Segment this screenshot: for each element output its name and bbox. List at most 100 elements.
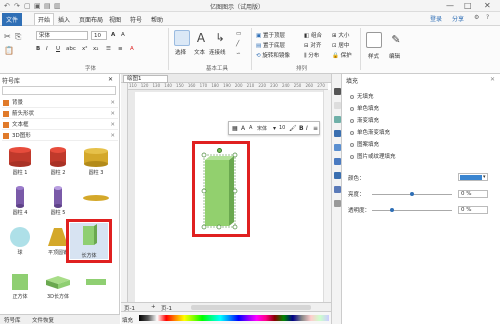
option-picture-fill[interactable]: 图片或纹理填充 [350,152,396,160]
subscript-button[interactable]: x₂ [93,46,98,52]
shape-3d-plate[interactable] [78,270,114,300]
tab-page-layout[interactable]: 页面布局 [76,14,106,25]
copy-icon[interactable]: ⎘ [15,32,21,42]
shape-rect-icon[interactable]: ▭ [236,31,241,37]
size-button[interactable]: ⊞ 大小 [332,31,349,39]
hyperlink-icon[interactable] [334,158,341,165]
align-icon[interactable]: ≡ [118,46,123,52]
mini-dropdown-icon[interactable]: ▾ [273,125,276,132]
option-pattern-fill[interactable]: 图案填充 [350,140,379,148]
shrink-font-icon[interactable]: A [121,32,125,38]
attachment-icon[interactable] [334,172,341,179]
send-back-button[interactable]: ▤ 置于底层 [256,41,285,49]
bring-front-button[interactable]: ▣ 置于顶层 [256,31,285,39]
more-mini-icon[interactable]: ≡ [313,125,318,132]
open-icon[interactable]: ▣ [34,2,41,10]
grow-font-icon[interactable]: A [241,125,245,132]
strikethrough-button[interactable]: abc [66,46,76,52]
shape-sphere[interactable]: 球 [2,226,38,256]
close-category-icon[interactable]: ✕ [110,131,115,141]
transparency-slider-knob[interactable] [390,208,394,212]
connector-tool-label[interactable]: 连接线 [209,48,226,56]
option-solid-fill[interactable]: 单色填充 [350,104,379,112]
connector-tool-icon[interactable]: ↳ [212,30,228,46]
transparency-slider[interactable] [372,210,452,211]
option-no-fill[interactable]: 无填充 [350,92,374,100]
select-tool-label[interactable]: 选择 [175,48,186,56]
font-name-combo[interactable]: 宋体 [36,31,88,40]
edit-icon[interactable]: ✎ [388,32,404,48]
italic-mini-button[interactable]: I [306,125,308,132]
tab-home[interactable]: 开始 [34,13,55,25]
font-name-mini[interactable]: 宋体 [257,125,267,132]
text-tool-label[interactable]: 文本 [194,48,205,56]
help-icon[interactable]: ? [486,14,489,21]
horizontal-scrollbar[interactable] [191,305,311,310]
fill-icon[interactable] [334,88,341,95]
shape-cylinder-3[interactable]: 圆柱 3 [78,146,114,176]
close-button[interactable]: ✕ [484,1,491,10]
shape-cube[interactable]: 正方体 [2,270,38,300]
new-icon[interactable]: ▢ [24,2,31,10]
document-tab[interactable]: 绘图1 [123,75,168,83]
protect-button[interactable]: 🔒 保护 [332,51,352,59]
shrink-font-icon[interactable]: A [249,125,252,131]
category-3d[interactable]: 3D图形 ✕ [2,131,118,141]
superscript-button[interactable]: x² [82,46,87,52]
paint-icon[interactable]: 🖌 [289,125,297,132]
comment-icon[interactable] [334,186,341,193]
font-size-combo[interactable]: 10 [91,31,107,40]
panel-pin-icon[interactable]: ✕ [108,76,113,83]
redo-icon[interactable]: ↷ [14,2,20,10]
shape-cylinder-5[interactable]: 圆柱 5 [40,186,76,216]
tab-file-recovery[interactable]: 文件恢复 [32,316,54,324]
shape-cylinder-4[interactable]: 圆柱 4 [2,186,38,216]
vertical-scrollbar[interactable] [323,90,331,302]
bold-button[interactable]: B [36,46,40,52]
image-icon[interactable] [334,130,341,137]
category-arrows[interactable]: 箭头形状 ✕ [2,109,118,119]
shape-curve-icon[interactable]: ∽ [236,51,241,57]
style-icon[interactable] [366,32,382,48]
color-swatches[interactable] [139,315,329,321]
close-panel-icon[interactable]: ✕ [490,76,495,83]
center-button[interactable]: ⊡ 居中 [332,41,349,49]
color-picker[interactable]: ▾ [458,173,488,181]
shape-3d-cuboid[interactable]: 3D长方体 [40,270,76,300]
brightness-slider-knob[interactable] [410,192,414,196]
rotate-flip-button[interactable]: ⟲ 旋转和镜像 [256,51,290,59]
library-search-box[interactable] [2,86,116,95]
combine-button[interactable]: ◧ 组合 [304,31,322,39]
italic-button[interactable]: I [46,46,48,52]
tab-help[interactable]: 帮助 [148,14,166,25]
share-link[interactable]: 分享 [452,14,464,23]
print-icon[interactable]: ▥ [54,2,61,10]
align-button[interactable]: ⊟ 对齐 [304,41,321,49]
font-color-icon[interactable]: A [130,46,134,52]
grow-font-icon[interactable]: A [111,32,115,38]
text-tool-icon[interactable]: A [193,30,209,46]
category-background[interactable]: 背景 ✕ [2,98,118,108]
cut-icon[interactable]: ✂ [4,32,11,41]
maximize-button[interactable]: □ [464,1,472,10]
shadow-icon[interactable] [334,116,341,123]
transparency-input[interactable]: 0 % [458,206,488,214]
shape-cylinder-2[interactable]: 圆柱 2 [40,146,76,176]
tab-insert[interactable]: 插入 [55,14,73,25]
format-icon[interactable]: ▦ [232,125,238,132]
underline-button[interactable]: U [56,46,60,52]
tab-symbol-library[interactable]: 符号库 [4,316,21,324]
save-icon[interactable]: ▤ [44,2,51,10]
category-textbox[interactable]: 文本框 ✕ [2,120,118,130]
close-category-icon[interactable]: ✕ [110,98,115,108]
option-mono-gradient-fill[interactable]: 单色渐变填充 [350,128,390,136]
close-category-icon[interactable]: ✕ [110,109,115,119]
tab-view[interactable]: 视图 [106,14,124,25]
bullet-list-icon[interactable]: ☰ [106,46,111,52]
font-size-mini[interactable]: 10 [279,125,285,131]
login-link[interactable]: 登录 [430,14,442,23]
select-tool-icon[interactable] [174,30,190,46]
shape-cylinder-1[interactable]: 圆柱 1 [2,146,38,176]
shape-disc[interactable] [78,186,114,216]
brightness-input[interactable]: 0 % [458,190,488,198]
